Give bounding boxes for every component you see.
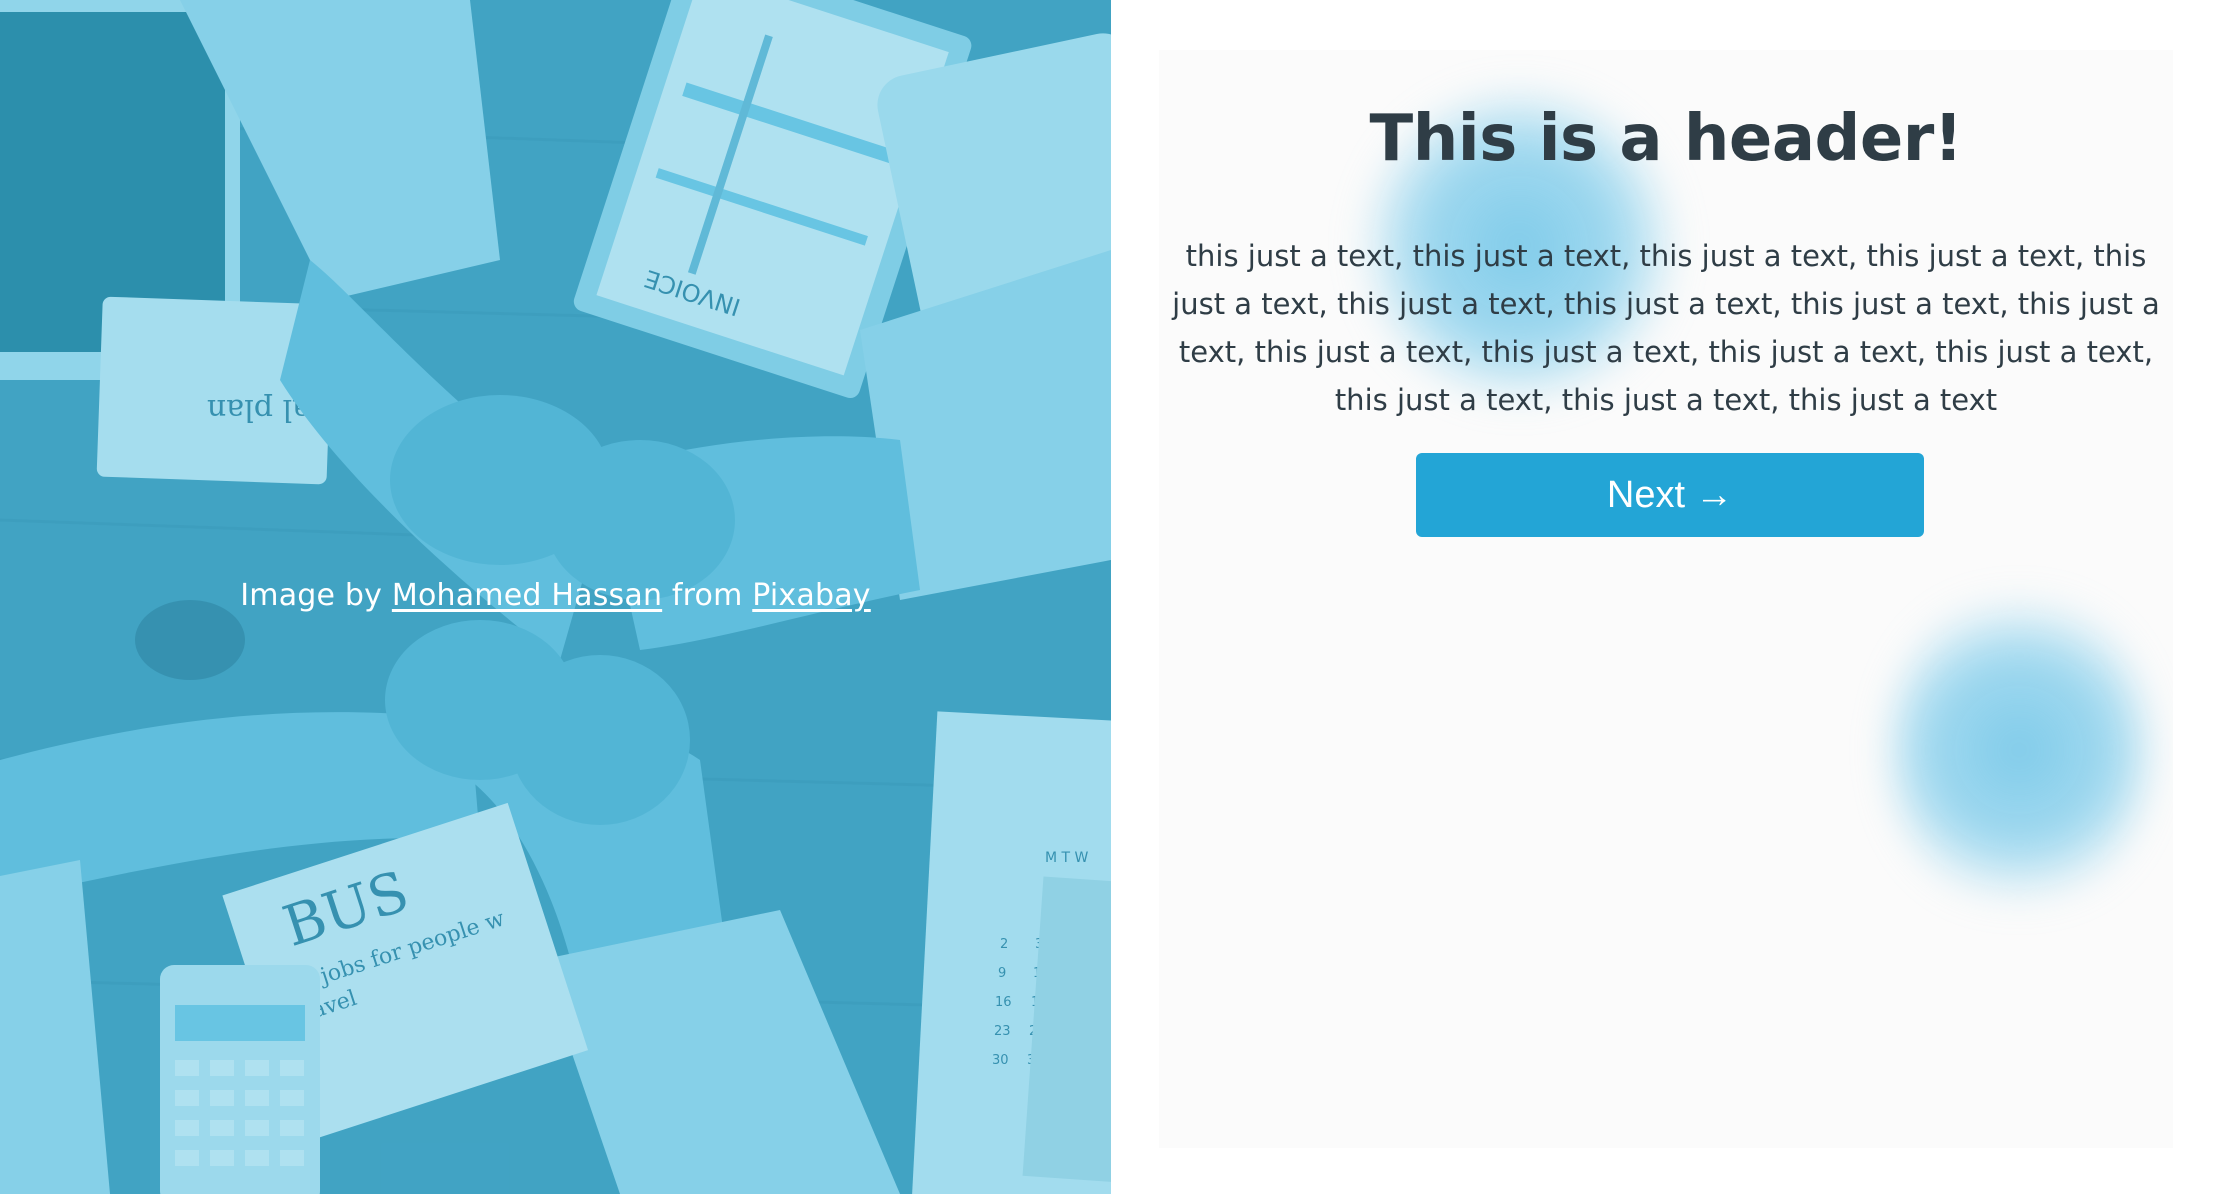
body-text: this just a text, this just a text, this…: [1172, 239, 2160, 417]
next-button[interactable]: Next →: [1416, 453, 1924, 537]
author-link[interactable]: Mohamed Hassan: [392, 578, 662, 613]
page-title: This is a header!: [1369, 102, 1963, 176]
next-button-label: Next: [1606, 473, 1686, 516]
credit-middle: from: [662, 578, 753, 613]
content-panel: This is a header! this just a text, this…: [1111, 0, 2222, 1194]
image-credit: Image by Mohamed Hassan from Pixabay: [0, 578, 1111, 613]
credit-prefix: Image by: [240, 578, 392, 613]
pixabay-link[interactable]: Pixabay: [752, 578, 871, 613]
decorative-blob: [1889, 590, 2149, 910]
hero-image-panel: al plan INVOICE BUS at jobs for people w…: [0, 0, 1111, 1194]
content-card: This is a header! this just a text, this…: [1159, 50, 2173, 1148]
page: al plan INVOICE BUS at jobs for people w…: [0, 0, 2222, 1194]
arrow-right-icon: →: [1695, 473, 1734, 516]
